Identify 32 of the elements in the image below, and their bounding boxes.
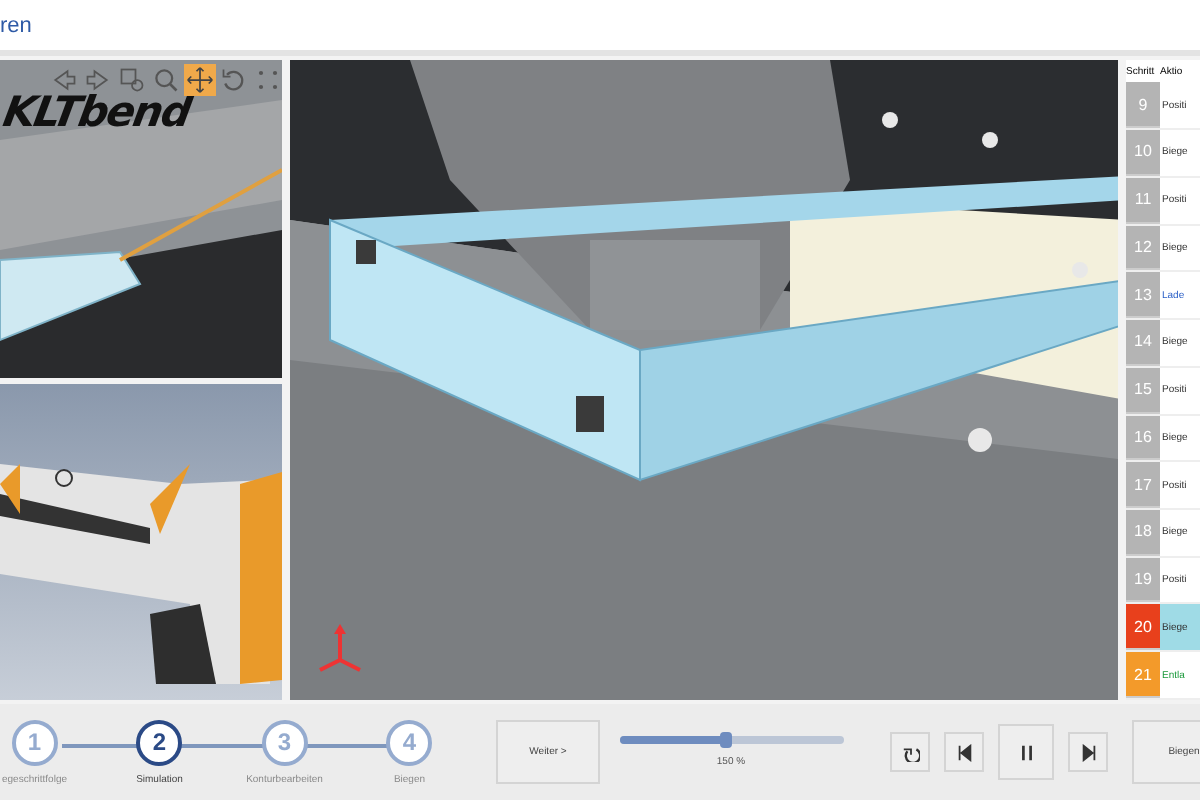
page-title: ren bbox=[0, 13, 32, 37]
step-number: 19 bbox=[1126, 557, 1160, 603]
zoom-icon[interactable] bbox=[150, 64, 182, 96]
logo-text: KLTbend bbox=[0, 88, 194, 136]
step-number: 12 bbox=[1126, 225, 1160, 271]
reset-button[interactable] bbox=[890, 732, 930, 772]
step-number: 11 bbox=[1126, 177, 1160, 224]
step-number: 9 bbox=[1126, 82, 1160, 129]
speed-slider[interactable] bbox=[619, 736, 843, 744]
step-number: 18 bbox=[1126, 509, 1160, 556]
reset-icon bbox=[901, 743, 919, 761]
step-number: 13 bbox=[1126, 272, 1160, 319]
pause-button[interactable] bbox=[998, 724, 1054, 780]
step-number: 17 bbox=[1126, 462, 1160, 508]
step-circle[interactable]: 2 bbox=[136, 719, 183, 765]
pause-icon bbox=[1017, 743, 1035, 761]
move-icon[interactable] bbox=[184, 64, 216, 96]
arrow-right-icon[interactable] bbox=[82, 64, 114, 96]
skip-back-icon bbox=[955, 743, 973, 761]
arrow-left-icon[interactable] bbox=[48, 64, 80, 96]
step-number: 15 bbox=[1126, 367, 1160, 414]
step-number: 20 bbox=[1126, 604, 1160, 651]
step-number: 16 bbox=[1126, 415, 1160, 461]
step-number: 10 bbox=[1126, 130, 1160, 176]
step-number: 14 bbox=[1126, 320, 1160, 366]
skip-forward-icon bbox=[1079, 743, 1097, 761]
zoom-box-icon[interactable] bbox=[116, 64, 148, 96]
skip-back-button[interactable] bbox=[944, 732, 984, 772]
skip-forward-button[interactable] bbox=[1068, 732, 1108, 772]
axis-icon bbox=[318, 624, 362, 672]
slider-thumb[interactable] bbox=[720, 732, 733, 748]
step-number: 21 bbox=[1126, 652, 1160, 698]
